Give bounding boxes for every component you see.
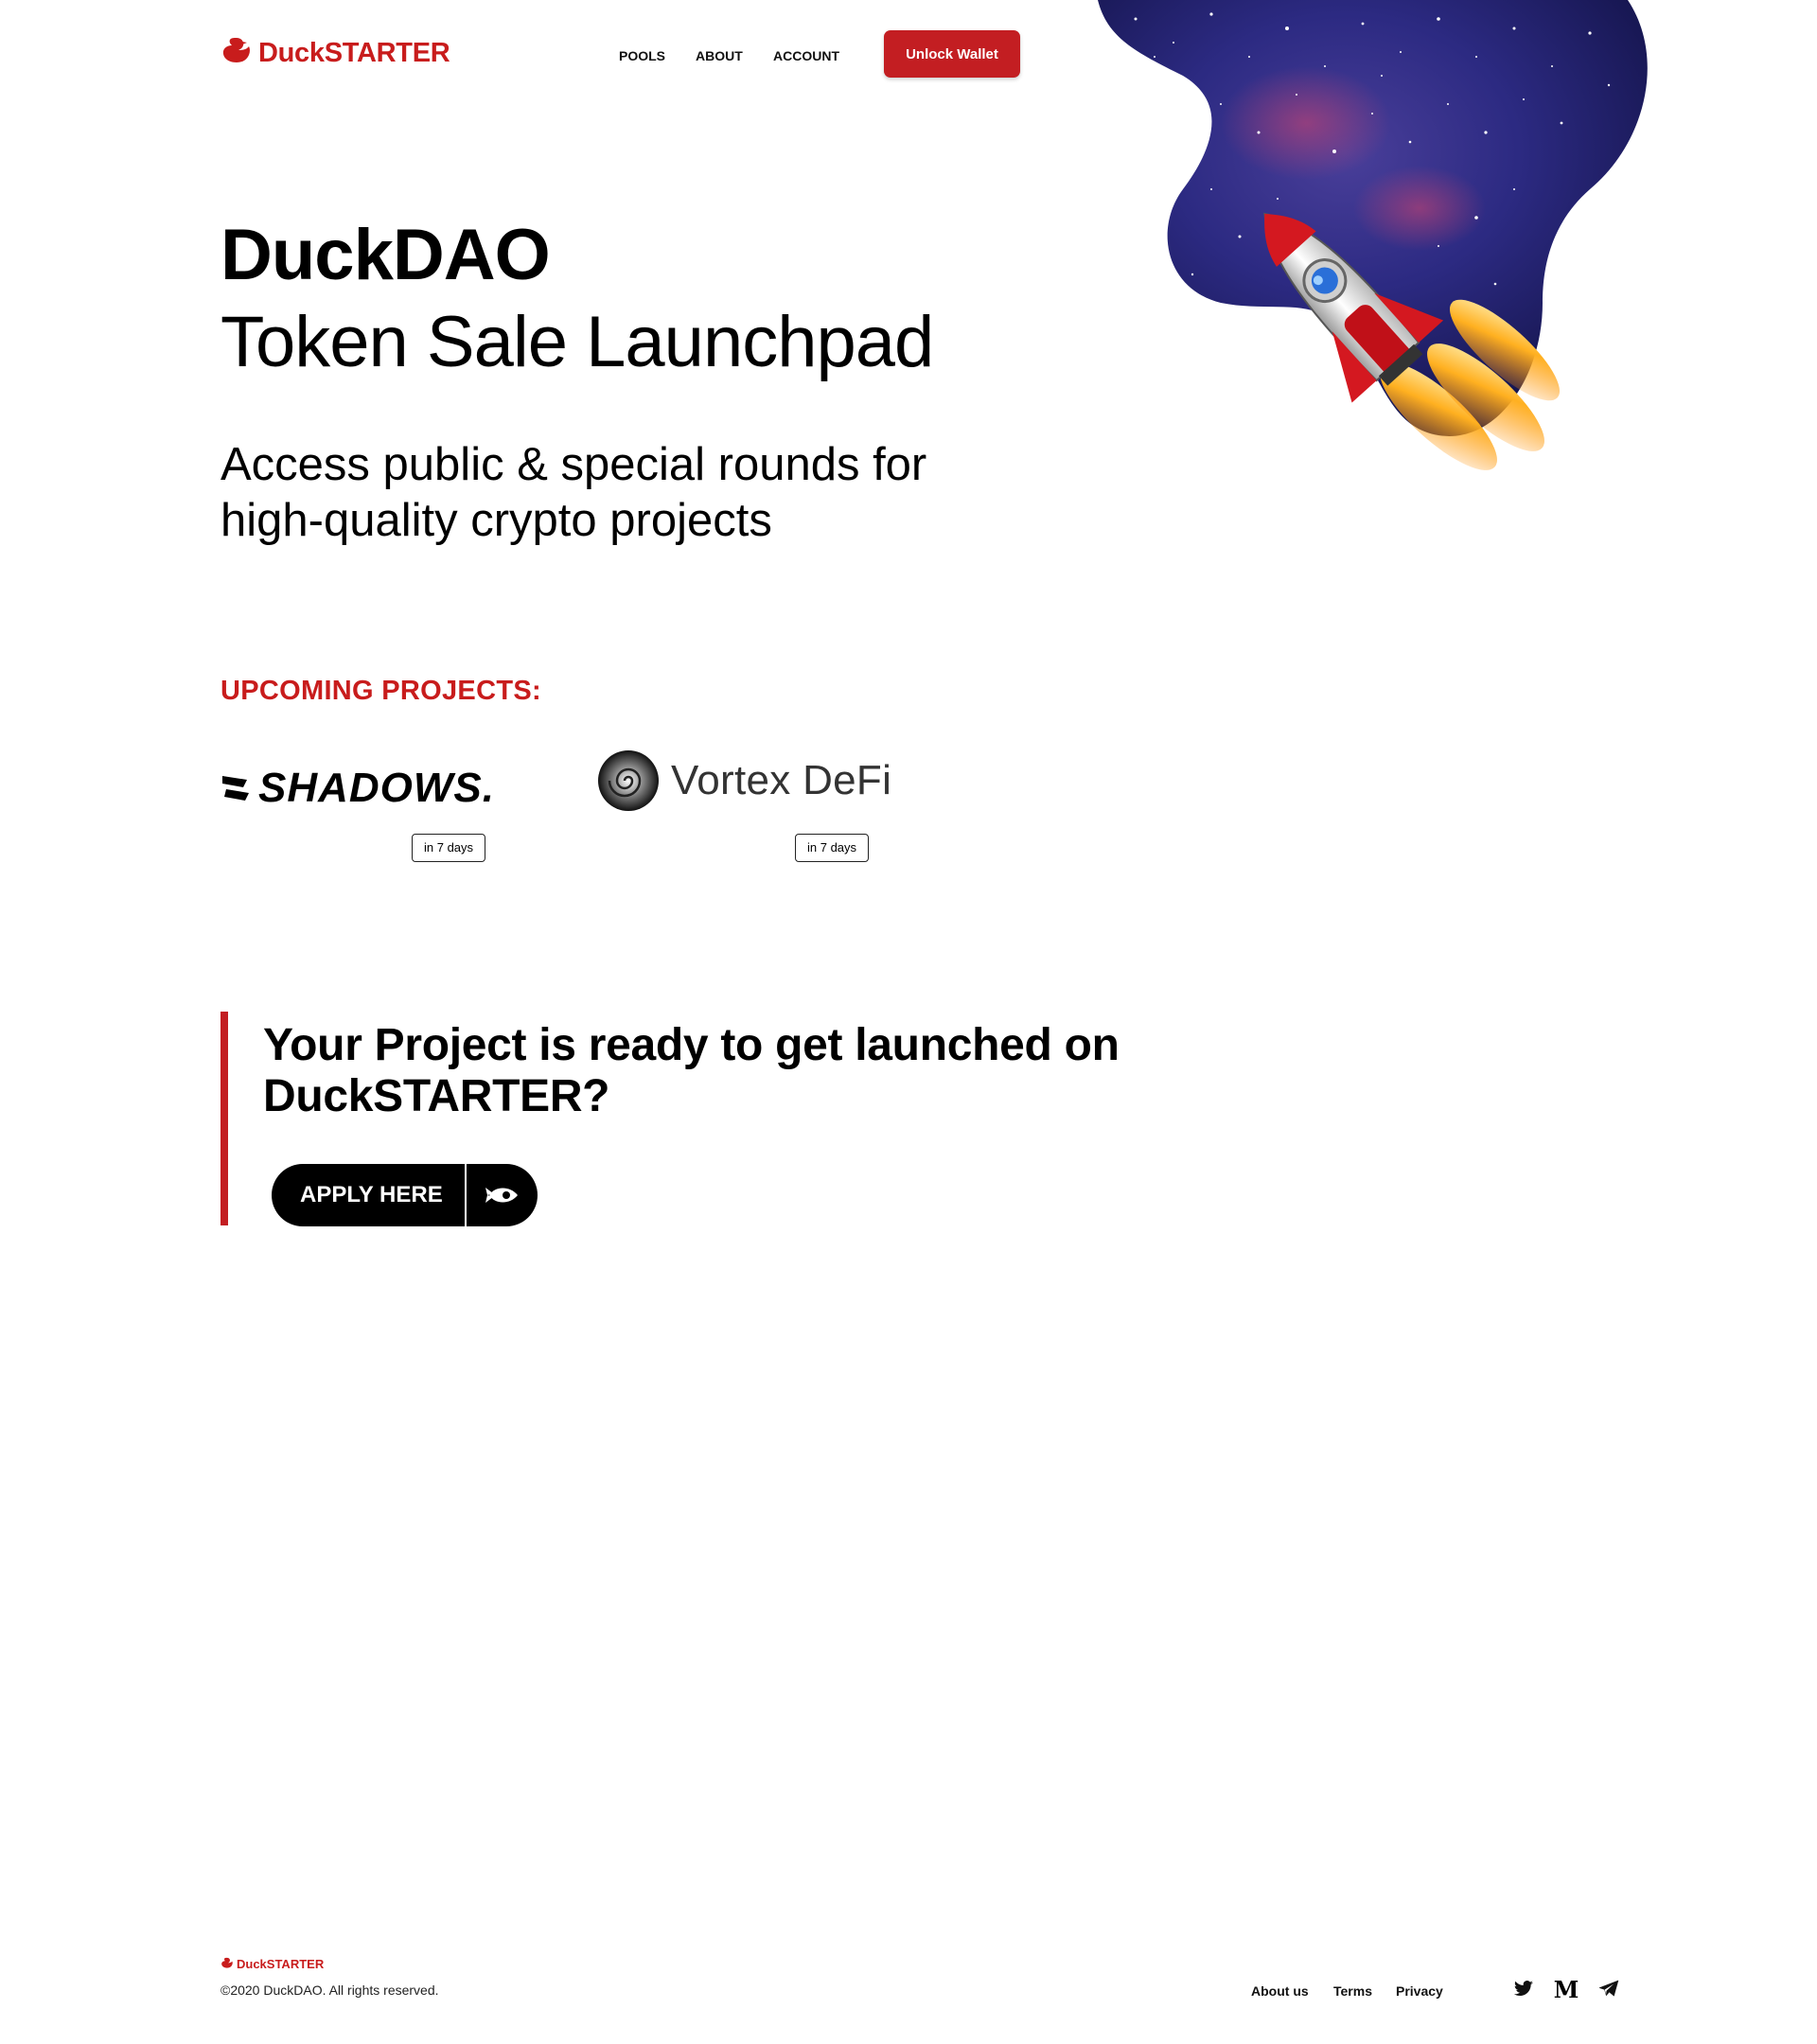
project-name: Vortex DeFi xyxy=(671,757,892,803)
vortex-swirl-icon xyxy=(598,750,659,811)
duck-icon xyxy=(221,1957,233,1968)
medium-icon[interactable]: M xyxy=(1554,1976,1579,2003)
cta-accent-bar xyxy=(221,1012,228,1225)
copyright-text: ©2020 DuckDAO. All rights reserved. xyxy=(221,1982,439,1998)
cta-title: Your Project is ready to get launched on… xyxy=(263,1020,1120,1121)
apply-label: APPLY HERE xyxy=(300,1182,443,1207)
rocket-icon xyxy=(467,1184,538,1207)
project-badge: in 7 days xyxy=(412,834,486,862)
duck-icon xyxy=(222,38,250,62)
footer-link-about[interactable]: About us xyxy=(1251,1983,1309,1999)
shadows-mark-icon xyxy=(222,776,249,801)
footer-link-privacy[interactable]: Privacy xyxy=(1396,1983,1443,1999)
hero-title: DuckDAO xyxy=(221,215,551,295)
project-badge: in 7 days xyxy=(795,834,870,862)
apply-here-button[interactable]: APPLY HERE xyxy=(272,1164,538,1226)
hero-subtitle: Token Sale Launchpad xyxy=(221,302,934,382)
twitter-icon[interactable] xyxy=(1512,1978,1535,2000)
project-shadows-logo[interactable]: SHADOWS. xyxy=(221,765,495,812)
brand-name: DuckSTARTER xyxy=(258,37,450,68)
unlock-wallet-button[interactable]: Unlock Wallet xyxy=(884,30,1020,78)
brand-logo[interactable]: DuckSTARTER xyxy=(221,36,450,70)
hero-description: Access public & special rounds for high-… xyxy=(221,439,927,546)
nav-pools[interactable]: POOLS xyxy=(619,48,665,63)
upcoming-heading: UPCOMING PROJECTS: xyxy=(221,676,541,706)
telegram-icon[interactable] xyxy=(1597,1978,1620,2000)
footer-link-terms[interactable]: Terms xyxy=(1333,1983,1372,1999)
footer-brand-logo[interactable]: DuckSTARTER xyxy=(221,1957,324,1971)
project-name: SHADOWS. xyxy=(258,765,495,811)
project-vortex-logo[interactable]: Vortex DeFi xyxy=(597,749,891,812)
footer-brand-name: DuckSTARTER xyxy=(237,1957,325,1971)
rocket-space-illustration xyxy=(1098,0,1648,470)
nav-about[interactable]: ABOUT xyxy=(696,48,743,63)
nav-account[interactable]: ACCOUNT xyxy=(773,48,839,63)
